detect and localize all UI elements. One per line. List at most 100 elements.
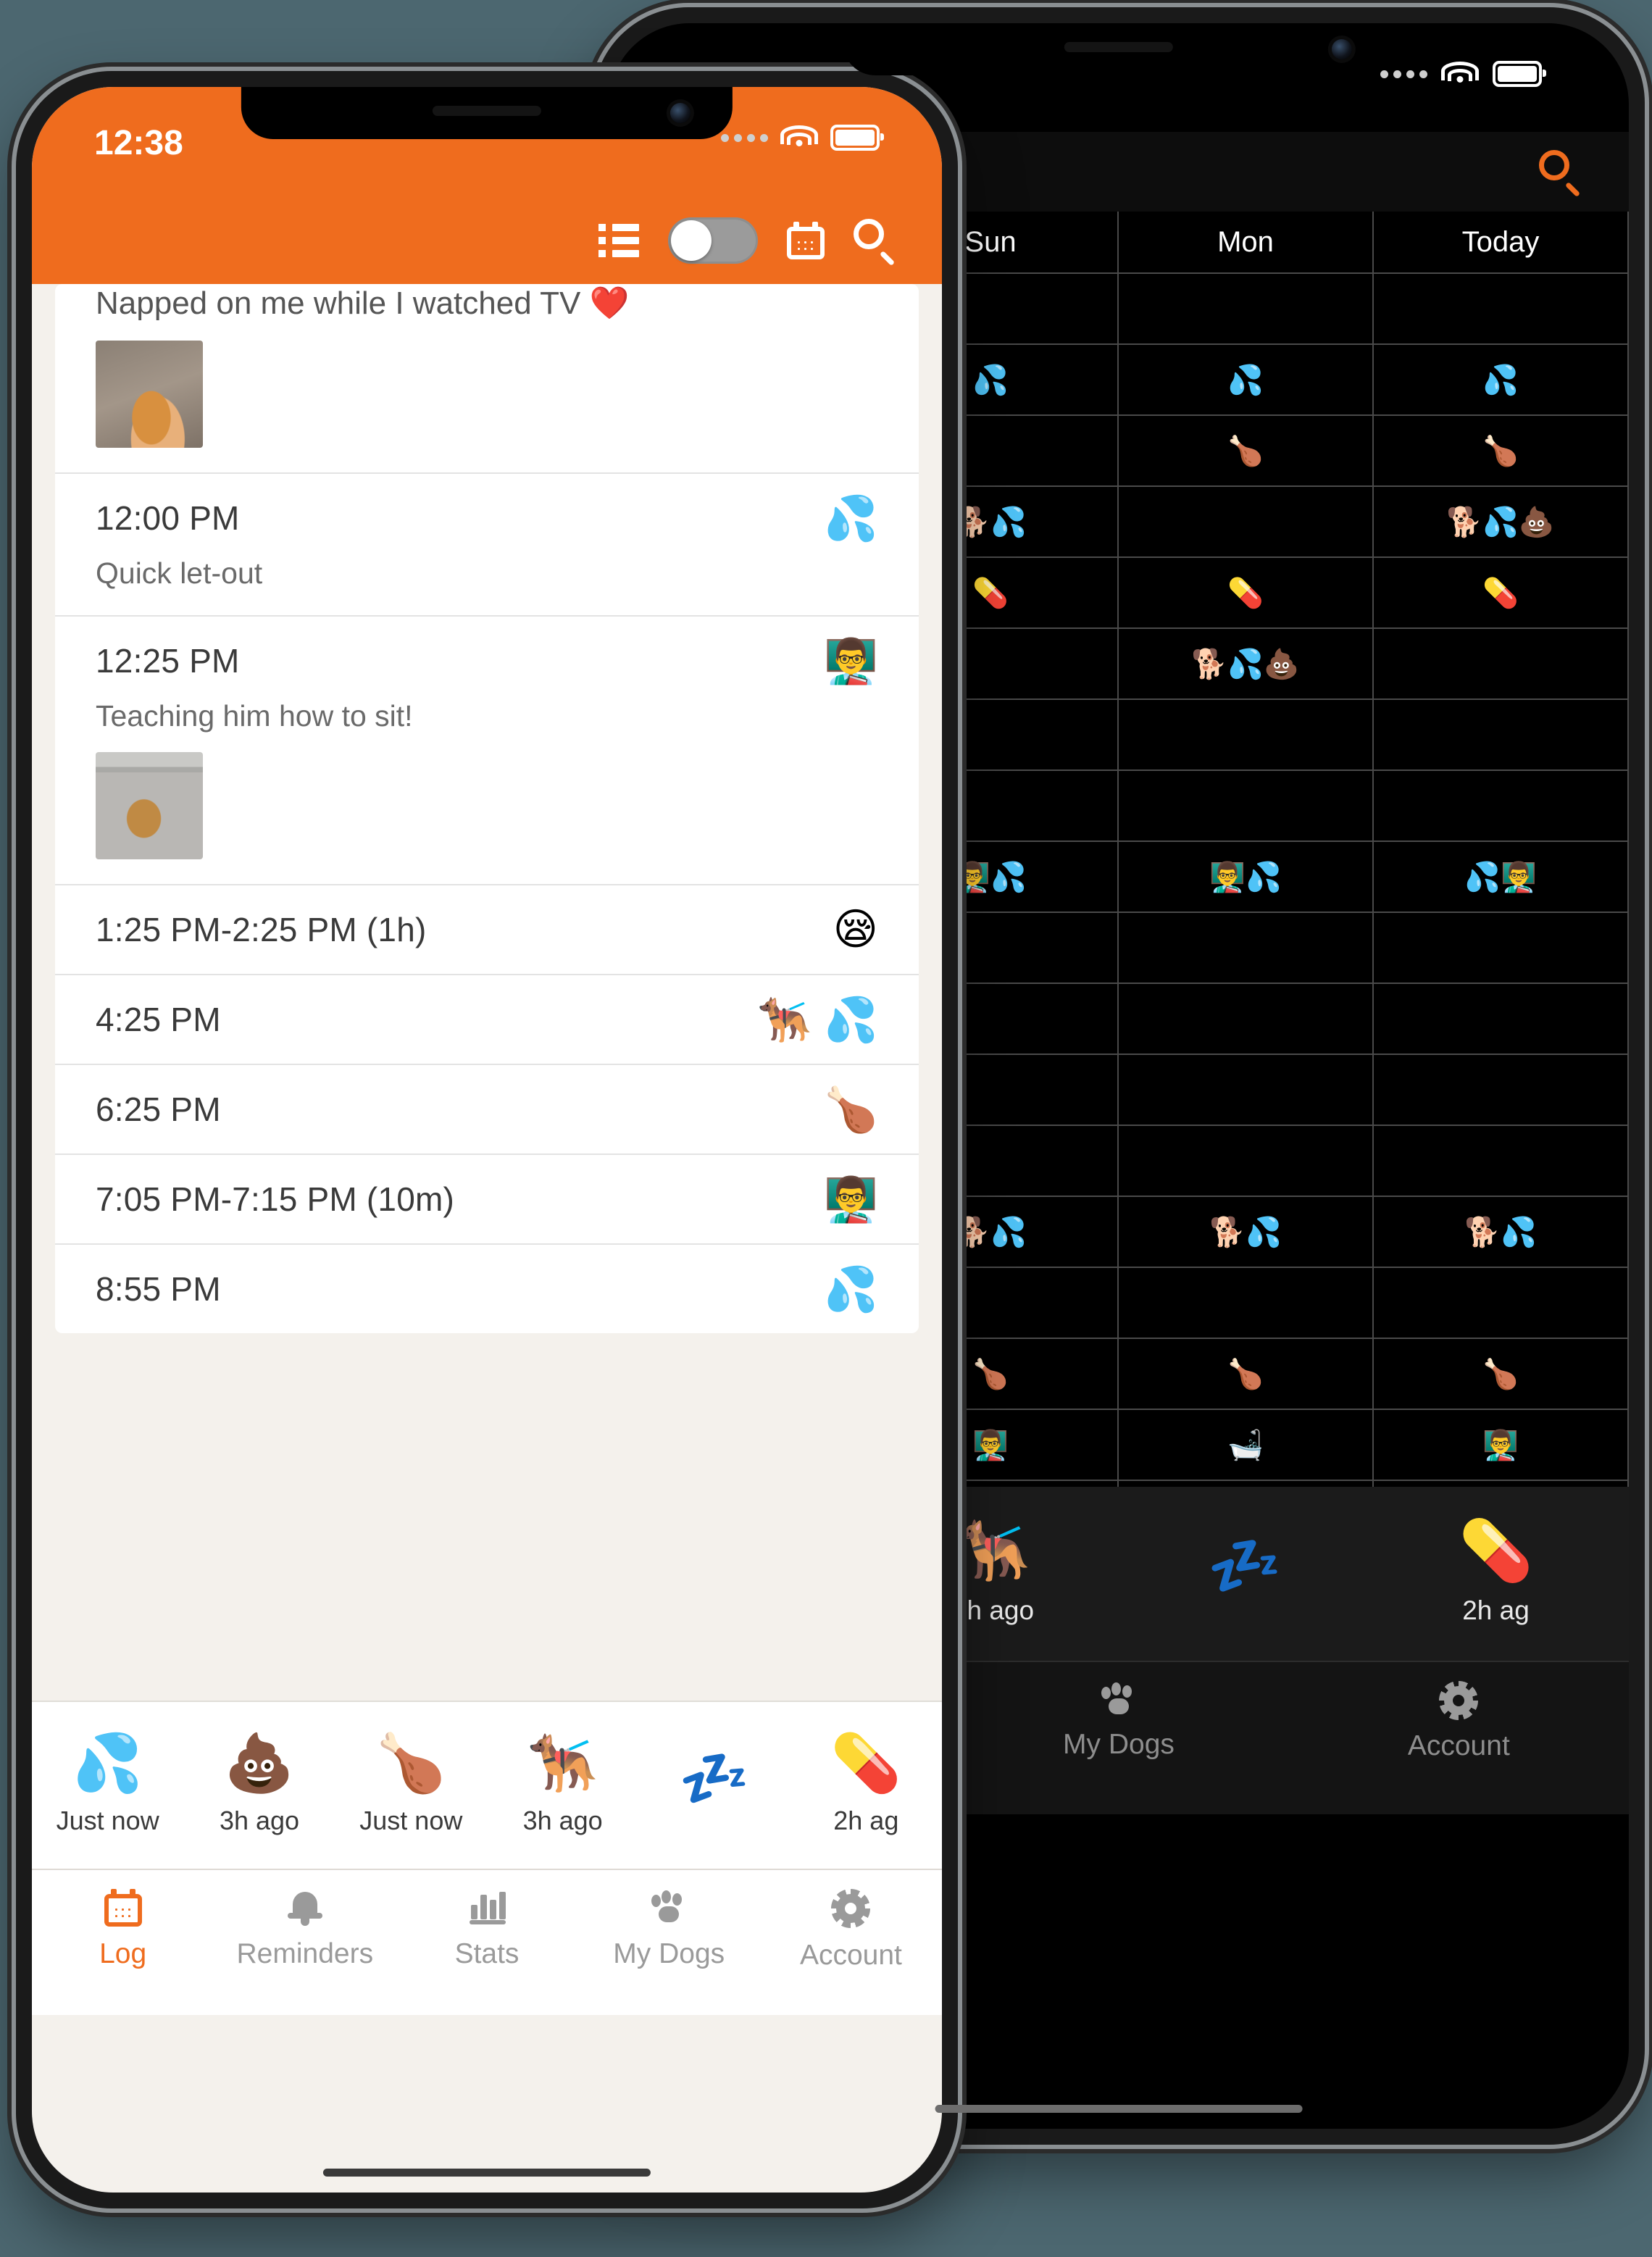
quick-log-medicine[interactable]: 💊 2h ag bbox=[1370, 1522, 1622, 1626]
calendar-cell[interactable] bbox=[1119, 487, 1374, 556]
calendar-cell[interactable]: 😪 bbox=[1119, 771, 1374, 840]
tab-label: Log bbox=[99, 1938, 147, 1969]
food-icon: 🍗 bbox=[375, 1731, 446, 1795]
calendar-cell[interactable]: 💦 bbox=[1374, 1481, 1629, 1487]
calendar-cell[interactable]: 🍗 bbox=[1374, 1339, 1629, 1409]
log-entry-note: Teaching him how to sit! bbox=[96, 699, 413, 733]
notch bbox=[843, 23, 1395, 75]
calendar-cell[interactable]: 🍗 bbox=[1119, 416, 1374, 485]
log-entry-activity-icon: 🍗 bbox=[824, 1085, 878, 1134]
quick-log-pee[interactable]: 💦 Just now bbox=[32, 1735, 183, 1836]
log-entry[interactable]: 1:25 PM-2:25 PM (1h) 😪 bbox=[55, 885, 919, 975]
quick-log-medicine[interactable]: 💊 2h ag bbox=[790, 1735, 942, 1836]
calendar-cell[interactable]: 💊 bbox=[1119, 558, 1374, 627]
tab-my-dogs[interactable]: My Dogs bbox=[948, 1662, 1288, 1814]
log-entry[interactable]: Napped on me while I watched TV ❤️ bbox=[55, 284, 919, 474]
poop-icon: 💩 bbox=[224, 1731, 295, 1795]
calendar-cell[interactable] bbox=[1119, 1126, 1374, 1196]
tab-reminders[interactable]: Reminders bbox=[214, 1870, 396, 2015]
calendar-cell[interactable] bbox=[1119, 913, 1374, 983]
front-tab-bar[interactable]: Log Reminders Stats My Dogs Account bbox=[32, 1869, 942, 2015]
log-entry[interactable]: 6:25 PM 🍗 bbox=[55, 1065, 919, 1155]
gear-icon bbox=[1439, 1681, 1479, 1720]
log-entry-photo[interactable] bbox=[96, 341, 203, 448]
calendar-cell[interactable]: 💦 bbox=[1374, 345, 1629, 414]
calendar-cell[interactable] bbox=[1119, 1268, 1374, 1338]
log-entry-photo[interactable] bbox=[96, 752, 203, 859]
calendar-cell[interactable]: 💦 bbox=[1119, 345, 1374, 414]
calendar-cell[interactable]: 💊 bbox=[1374, 558, 1629, 627]
quick-log-sleep[interactable]: 💤 bbox=[1119, 1537, 1370, 1611]
calendar-cell[interactable]: 😪 bbox=[1374, 913, 1629, 983]
front-header: 12:38 bbox=[32, 87, 942, 284]
calendar-column-header: Mon bbox=[1119, 212, 1374, 272]
log-entry[interactable]: 7:05 PM-7:15 PM (10m) 👨‍🏫 bbox=[55, 1155, 919, 1245]
tab-account[interactable]: Account bbox=[1289, 1662, 1629, 1814]
calendar-cell[interactable]: 💦👨‍🏫 bbox=[1374, 842, 1629, 911]
calendar-cell[interactable]: 🐕💦 bbox=[1374, 1197, 1629, 1267]
calendar-cell[interactable]: 😪 bbox=[1374, 700, 1629, 769]
bell-icon bbox=[285, 1889, 325, 1927]
tab-log[interactable]: Log bbox=[32, 1870, 214, 2015]
quick-log-poop[interactable]: 💩 3h ago bbox=[183, 1735, 335, 1836]
tab-stats[interactable]: Stats bbox=[396, 1870, 577, 2015]
view-toggle[interactable] bbox=[668, 217, 758, 264]
search-icon[interactable] bbox=[854, 219, 897, 267]
calendar-cell[interactable]: 🍗 bbox=[1374, 416, 1629, 485]
calendar-cell[interactable] bbox=[1374, 629, 1629, 698]
calendar-cell[interactable]: 🐕💦💩 bbox=[1374, 487, 1629, 556]
medicine-icon: 💊 bbox=[830, 1731, 901, 1795]
sleep-icon: 💤 bbox=[1207, 1533, 1282, 1599]
quick-log-timestamp: 3h ago bbox=[219, 1806, 300, 1835]
calendar-cell[interactable]: 🐕💦💩 bbox=[1119, 629, 1374, 698]
cellular-dots-icon bbox=[721, 133, 768, 142]
calendar-cell[interactable]: 😪 bbox=[1374, 274, 1629, 343]
status-indicators bbox=[721, 125, 884, 151]
log-entry-activity-icon: 👨‍🏫 bbox=[824, 1175, 878, 1224]
front-toolbar bbox=[32, 197, 942, 284]
log-entry-activity-icon: 👨‍🏫 bbox=[824, 637, 878, 685]
calendar-icon[interactable] bbox=[787, 222, 825, 259]
calendar-cell[interactable] bbox=[1119, 984, 1374, 1054]
log-entry[interactable]: 4:25 PM 🐕‍🦺 💦 bbox=[55, 975, 919, 1065]
log-entry[interactable]: 8:55 PM 💦 bbox=[55, 1245, 919, 1333]
calendar-cell[interactable]: 😪 bbox=[1119, 700, 1374, 769]
wifi-icon bbox=[780, 125, 818, 150]
notch bbox=[241, 87, 733, 139]
list-icon[interactable] bbox=[598, 224, 639, 257]
stats-icon bbox=[467, 1889, 507, 1927]
calendar-cell[interactable] bbox=[1374, 771, 1629, 840]
quick-log-walk[interactable]: 🐕‍🦺 3h ago bbox=[487, 1735, 638, 1836]
calendar-cell[interactable] bbox=[1119, 274, 1374, 343]
quick-log-timestamp: 2h ag bbox=[1462, 1595, 1530, 1625]
log-entry[interactable]: 12:00 PM Quick let-out 💦 bbox=[55, 474, 919, 617]
calendar-cell[interactable]: 😪 bbox=[1119, 1055, 1374, 1125]
log-entry[interactable]: 12:25 PM Teaching him how to sit! 👨‍🏫 bbox=[55, 617, 919, 885]
calendar-cell[interactable]: 🛁 bbox=[1119, 1410, 1374, 1480]
front-phone-mockup: 12:38 Napped on me while I watched TV ❤️… bbox=[16, 71, 958, 2208]
calendar-cell[interactable] bbox=[1374, 1268, 1629, 1338]
front-quick-log-bar[interactable]: 💦 Just now 💩 3h ago 🍗 Just now 🐕‍🦺 3h ago 💤 💊 2h a… bbox=[32, 1701, 942, 1869]
log-entry-time: 6:25 PM bbox=[96, 1090, 221, 1128]
calendar-cell[interactable]: 👨‍🏫💦 bbox=[1119, 842, 1374, 911]
battery-icon bbox=[1493, 61, 1546, 87]
tab-my-dogs[interactable]: My Dogs bbox=[578, 1870, 760, 2015]
log-entry-activity-icon: 🐕‍🦺 💦 bbox=[757, 996, 878, 1044]
battery-icon bbox=[830, 125, 884, 151]
calendar-cell[interactable]: 😪 bbox=[1374, 984, 1629, 1054]
calendar-cell[interactable] bbox=[1374, 1055, 1629, 1125]
status-time: 12:38 bbox=[94, 124, 183, 162]
tab-account[interactable]: Account bbox=[760, 1870, 942, 2015]
search-icon[interactable] bbox=[1539, 150, 1582, 198]
log-scroll-area[interactable]: Napped on me while I watched TV ❤️ 12:00 … bbox=[32, 284, 942, 1701]
log-card[interactable]: Napped on me while I watched TV ❤️ 12:00 … bbox=[55, 284, 919, 1333]
quick-log-sleep[interactable]: 💤 bbox=[638, 1750, 790, 1821]
calendar-cell[interactable]: 👨‍🏫 bbox=[1374, 1410, 1629, 1480]
calendar-icon bbox=[104, 1889, 142, 1927]
calendar-cell[interactable] bbox=[1374, 1126, 1629, 1196]
calendar-cell[interactable]: 💦😪 bbox=[1119, 1481, 1374, 1487]
quick-log-food[interactable]: 🍗Just now bbox=[335, 1735, 487, 1836]
status-indicators bbox=[1380, 61, 1546, 87]
calendar-cell[interactable]: 🐕💦 bbox=[1119, 1197, 1374, 1267]
calendar-cell[interactable]: 🍗 bbox=[1119, 1339, 1374, 1409]
